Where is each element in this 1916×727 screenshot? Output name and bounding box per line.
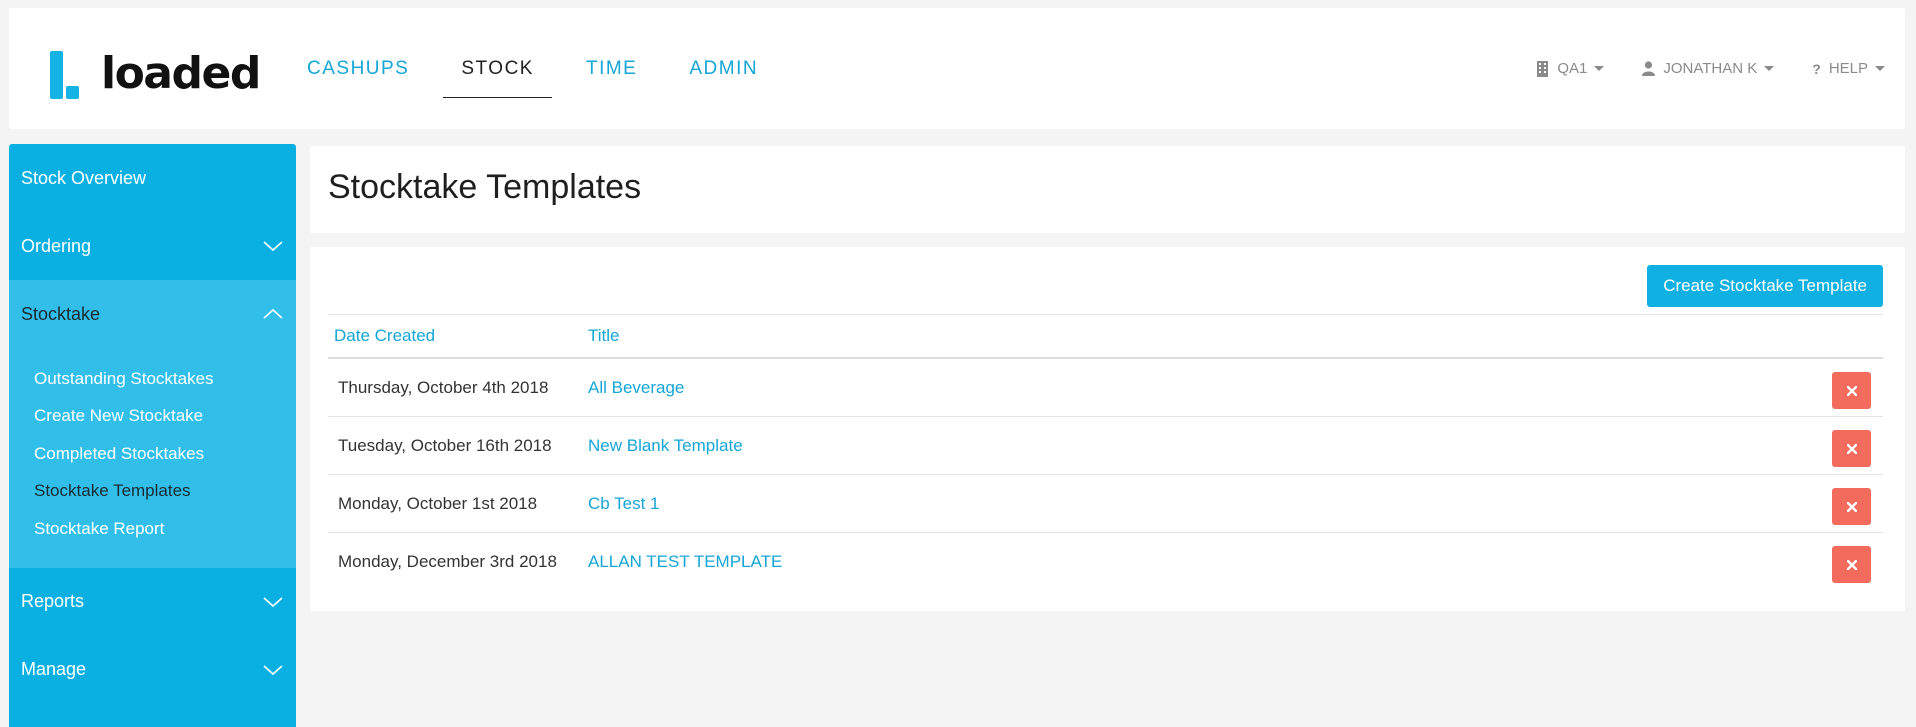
venue-label: QA1	[1557, 60, 1588, 77]
delete-button[interactable]	[1832, 488, 1871, 525]
sidebar-item-ordering[interactable]: Ordering	[9, 212, 296, 280]
sidebar: Stock Overview Ordering Stocktake Outsta…	[9, 144, 296, 727]
sidebar-subitem-create-new-stocktake[interactable]: Create New Stocktake	[9, 398, 296, 436]
sidebar-item-label: Reports	[21, 591, 85, 611]
nav-cashups[interactable]: CASHUPS	[289, 8, 427, 129]
loaded-logo[interactable]: loaded	[47, 44, 261, 104]
create-stocktake-template-button[interactable]: Create Stocktake Template	[1647, 265, 1883, 307]
building-icon	[1537, 60, 1549, 77]
help-label: HELP	[1828, 60, 1868, 77]
column-header-date-created[interactable]: Date Created	[328, 326, 588, 346]
close-icon	[1846, 385, 1857, 396]
logo-text: loaded	[101, 48, 261, 99]
help-dropdown[interactable]: ? HELP	[1812, 60, 1885, 77]
templates-panel: Create Stocktake Template Date Created T…	[310, 247, 1905, 611]
delete-button[interactable]	[1832, 430, 1871, 467]
sidebar-item-label: Manage	[21, 659, 87, 679]
sidebar-item-label: Stocktake	[21, 303, 101, 324]
close-icon	[1846, 443, 1857, 454]
chevron-up-icon	[263, 308, 283, 319]
row-title-link[interactable]: Cb Test 1	[588, 494, 660, 514]
row-date: Monday, October 1st 2018	[338, 493, 538, 513]
column-header-title[interactable]: Title	[588, 326, 620, 346]
close-icon	[1846, 501, 1857, 512]
logo-mark-icon	[47, 49, 83, 99]
user-dropdown[interactable]: JONATHAN K	[1642, 60, 1775, 77]
caret-down-icon	[1594, 66, 1605, 71]
sidebar-subitem-completed-stocktakes[interactable]: Completed Stocktakes	[9, 435, 296, 473]
venue-dropdown[interactable]: QA1	[1536, 60, 1605, 77]
title-panel: Stocktake Templates	[310, 146, 1905, 233]
top-right-menu: QA1 JONATHAN K ? HELP	[1498, 8, 1885, 129]
chevron-down-icon	[263, 664, 283, 675]
sidebar-item-stocktake[interactable]: Stocktake	[9, 280, 296, 348]
nav-admin[interactable]: ADMIN	[671, 8, 776, 129]
row-title-link[interactable]: ALLAN TEST TEMPLATE	[588, 552, 782, 572]
nav-time[interactable]: TIME	[568, 8, 655, 129]
close-icon	[1846, 559, 1857, 570]
chevron-down-icon	[263, 596, 283, 607]
user-icon	[1642, 61, 1656, 76]
templates-table: Date Created Title Thursday, October 4th…	[328, 314, 1883, 591]
question-icon: ?	[1812, 60, 1821, 77]
table-row: Monday, October 1st 2018 Cb Test 1	[328, 475, 1883, 533]
chevron-down-icon	[263, 241, 283, 252]
sidebar-item-reports[interactable]: Reports	[9, 568, 296, 636]
user-label: JONATHAN K	[1663, 60, 1758, 77]
page-title: Stocktake Templates	[328, 168, 642, 206]
sidebar-item-label: Stock Overview	[21, 167, 147, 188]
sidebar-subitem-outstanding-stocktakes[interactable]: Outstanding Stocktakes	[9, 360, 296, 398]
delete-button[interactable]	[1832, 546, 1871, 583]
row-date: Monday, December 3rd 2018	[338, 552, 557, 571]
table-row: Thursday, October 4th 2018 All Beverage	[328, 359, 1883, 417]
row-title-link[interactable]: New Blank Template	[588, 436, 743, 456]
delete-button[interactable]	[1832, 372, 1871, 409]
caret-down-icon	[1764, 66, 1775, 71]
sidebar-item-manage[interactable]: Manage	[9, 636, 296, 704]
table-header: Date Created Title	[328, 314, 1883, 359]
table-row: Monday, December 3rd 2018 ALLAN TEST TEM…	[328, 533, 1883, 591]
sidebar-subitem-stocktake-templates[interactable]: Stocktake Templates	[9, 473, 296, 511]
top-header: loaded CASHUPS STOCK TIME ADMIN QA1 JONA…	[9, 8, 1905, 129]
caret-down-icon	[1875, 66, 1885, 71]
sidebar-item-label: Ordering	[21, 235, 92, 256]
row-date: Tuesday, October 16th 2018	[338, 435, 552, 455]
nav-stock[interactable]: STOCK	[443, 8, 552, 129]
table-row: Tuesday, October 16th 2018 New Blank Tem…	[328, 417, 1883, 475]
main-nav: CASHUPS STOCK TIME ADMIN	[289, 8, 792, 129]
stocktake-submenu: Outstanding Stocktakes Create New Stockt…	[9, 348, 296, 568]
sidebar-subitem-stocktake-report[interactable]: Stocktake Report	[9, 510, 296, 548]
row-date: Thursday, October 4th 2018	[338, 377, 549, 397]
row-title-link[interactable]: All Beverage	[588, 378, 684, 398]
sidebar-item-stock-overview[interactable]: Stock Overview	[9, 144, 296, 212]
